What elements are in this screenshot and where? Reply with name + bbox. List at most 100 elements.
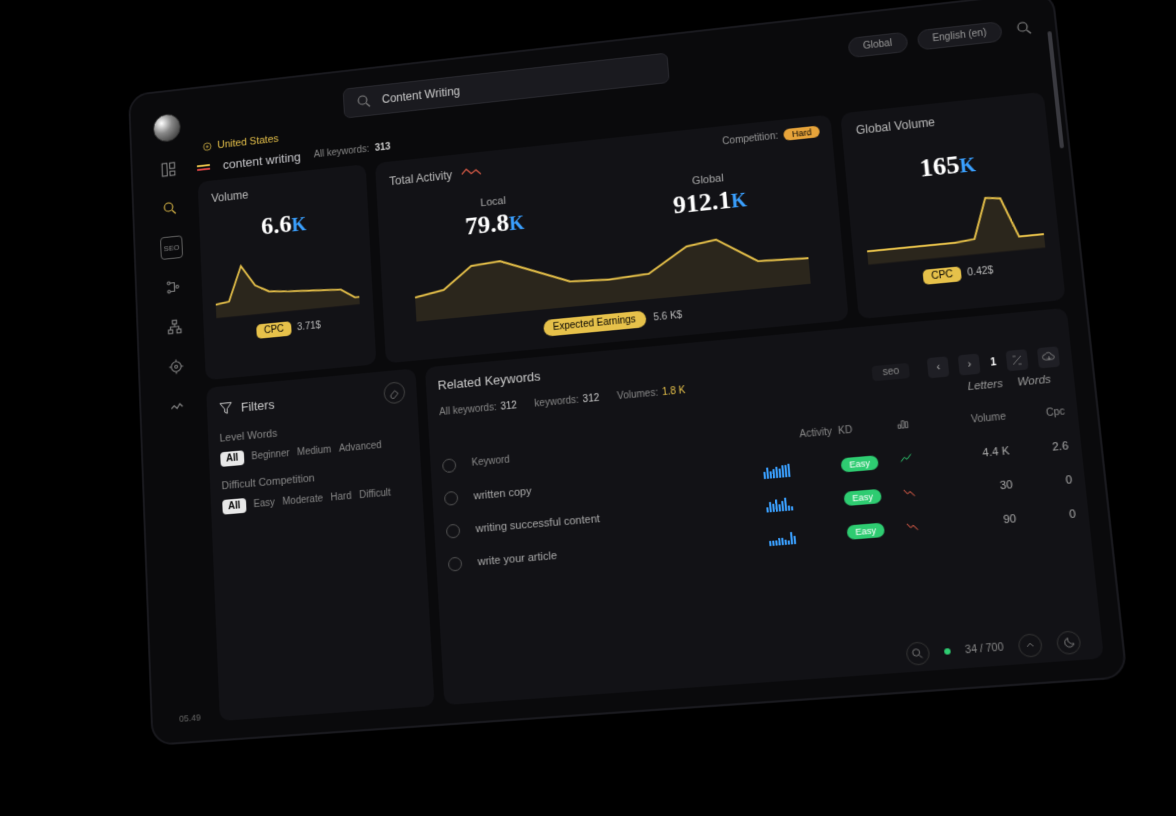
version-label: 05.49 (179, 712, 201, 724)
topbar-search-icon[interactable] (1011, 15, 1038, 41)
nav-tree-icon[interactable] (163, 314, 186, 339)
volume-cpc-value: 3.71$ (297, 320, 321, 333)
trend-icon (901, 480, 945, 505)
rel-kw-val: 312 (582, 392, 599, 404)
volume-card: Volume 6.6K CPC 3.71$ (198, 164, 377, 380)
filter-option[interactable]: Easy (253, 498, 275, 511)
row-checkbox[interactable] (448, 556, 463, 571)
col-cpc: Cpc (1012, 406, 1066, 422)
volume-cpc-badge: CPC (256, 321, 292, 339)
nav-dashboard-icon[interactable] (157, 157, 180, 182)
trend-icon (904, 513, 948, 538)
local-value: 79.8 (464, 208, 510, 240)
rel-vol-label: Volumes: (617, 387, 659, 402)
global-cpc-badge: CPC (922, 266, 962, 285)
clear-filters-icon[interactable] (383, 381, 405, 404)
global-vol-value: 165 (918, 150, 961, 182)
prev-page-button[interactable]: ‹ (927, 356, 950, 378)
page-keyword: content writing (223, 150, 302, 172)
trend-icon (898, 446, 942, 471)
footer-zoom-icon[interactable] (905, 641, 930, 666)
local-unit: K (508, 212, 524, 235)
filter-option[interactable]: All (222, 498, 246, 515)
activity-spark-icon (462, 166, 482, 177)
filter-option[interactable]: Difficult (359, 488, 391, 502)
nav-search-icon[interactable] (159, 196, 182, 221)
menu-bars-icon (197, 164, 210, 171)
col-kd: KD (838, 422, 890, 438)
kd-badge: Easy (840, 455, 878, 472)
row-volume: 90 (953, 512, 1017, 529)
expected-value: 5.6 K$ (653, 310, 683, 324)
filters-panel: Filters Level Words AllBeginnerMediumAdv… (206, 368, 434, 721)
scrollbar[interactable] (1047, 31, 1064, 148)
expected-label: Expected Earnings (543, 310, 647, 336)
all-kw-label: All keywords: (314, 144, 370, 160)
row-volume: 30 (949, 478, 1013, 496)
location-text: United States (217, 133, 279, 151)
activity-title: Total Activity (389, 168, 453, 188)
language-pill[interactable]: English (en) (916, 21, 1003, 51)
filter-option[interactable]: Beginner (251, 448, 290, 462)
col-volume: Volume (943, 411, 1007, 428)
global-volume-card: Global Volume 165K CPC 0.42$ (840, 92, 1065, 319)
volume-chart (214, 239, 360, 320)
filter-option[interactable]: All (220, 450, 244, 467)
volume-title: Volume (211, 177, 354, 205)
rel-vol-val: 1.8 K (662, 385, 686, 398)
volume-value: 6.6 (260, 210, 292, 240)
next-page-button[interactable]: › (958, 353, 981, 375)
activity-sparkline (766, 492, 839, 512)
cloud-download-icon[interactable] (1037, 346, 1060, 368)
global-cpc-value: 0.42$ (967, 265, 994, 278)
filter-option[interactable]: Advanced (339, 440, 382, 455)
competition-label: Competition: (722, 130, 779, 146)
kd-badge: Easy (843, 488, 881, 505)
filters-title: Filters (241, 397, 275, 415)
footer-count: 34 / 700 (965, 642, 1004, 656)
seo-tag[interactable]: seo (872, 362, 911, 380)
filter-option[interactable]: Hard (330, 491, 351, 504)
location-icon (201, 140, 213, 152)
kd-badge: Easy (846, 522, 885, 539)
activity-sparkline (763, 458, 836, 478)
page-number: 1 (990, 357, 997, 369)
related-title: Related Keywords (437, 369, 541, 393)
rel-all-val: 312 (500, 400, 517, 412)
search-icon (355, 92, 373, 111)
funnel-icon (218, 400, 234, 417)
region-pill[interactable]: Global (847, 31, 908, 58)
select-all-checkbox[interactable] (442, 458, 456, 473)
footer-up-icon[interactable] (1017, 633, 1043, 658)
filter-option[interactable]: Moderate (282, 493, 323, 507)
status-dot (944, 648, 951, 655)
nav-seo-icon[interactable]: SEO (160, 235, 183, 260)
avatar[interactable] (153, 113, 182, 144)
filter-option[interactable]: Medium (297, 445, 332, 459)
row-cpc: 0 (1022, 508, 1076, 525)
theme-moon-icon[interactable] (1056, 630, 1082, 655)
competition-badge: Hard (784, 125, 821, 140)
nav-target-icon[interactable] (165, 354, 188, 379)
global-value: 912.1 (672, 185, 732, 219)
global-vol-title: Global Volume (855, 105, 1031, 137)
expand-icon[interactable] (1006, 349, 1029, 371)
tab-words[interactable]: Words (1017, 374, 1052, 389)
global-unit: K (730, 190, 747, 213)
global-vol-unit: K (959, 154, 977, 177)
rel-kw-label: keywords: (534, 394, 579, 409)
row-checkbox[interactable] (446, 523, 461, 538)
row-volume: 4.4 K (946, 445, 1010, 463)
nav-sitemap-icon[interactable] (162, 275, 185, 300)
global-chart (862, 180, 1045, 267)
nav-analytics-icon[interactable] (166, 394, 189, 419)
col-activity: Activity (760, 427, 832, 444)
row-checkbox[interactable] (444, 490, 459, 505)
tab-letters[interactable]: Letters (967, 378, 1003, 393)
all-kw-value: 313 (375, 142, 391, 154)
activity-sparkline (768, 526, 841, 546)
col-trend-icon (895, 412, 938, 437)
row-cpc: 0 (1019, 474, 1073, 491)
rel-all-label: All keywords: (439, 402, 497, 418)
volume-unit: K (291, 214, 307, 236)
